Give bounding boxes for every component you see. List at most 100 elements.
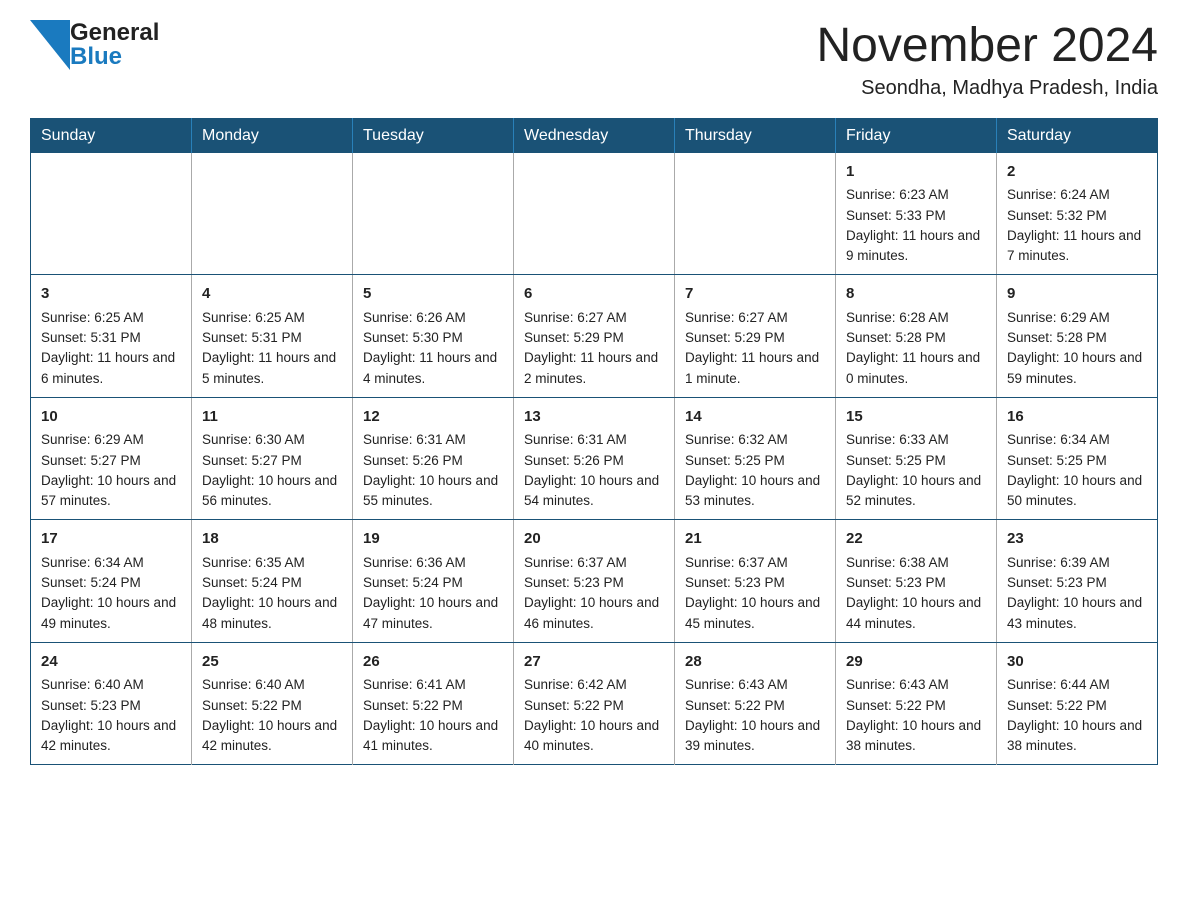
table-row: 30 Sunrise: 6:44 AM Sunset: 5:22 PM Dayli… bbox=[997, 642, 1158, 765]
calendar-week-row: 17Sunrise: 6:34 AM Sunset: 5:24 PM Dayli… bbox=[31, 520, 1158, 643]
day-info: Sunrise: 6:41 AM Sunset: 5:22 PM Dayligh… bbox=[363, 677, 498, 753]
table-row: 14Sunrise: 6:32 AM Sunset: 5:25 PM Dayli… bbox=[675, 397, 836, 520]
calendar-table: Sunday Monday Tuesday Wednesday Thursday… bbox=[30, 118, 1158, 766]
calendar-week-row: 1 Sunrise: 6:23 AM Sunset: 5:33 PM Daylig… bbox=[31, 153, 1158, 275]
day-number: 19 bbox=[363, 528, 503, 551]
table-row: 19 Sunrise: 6:36 AM Sunset: 5:24 PM Dayli… bbox=[353, 520, 514, 643]
day-info: Sunrise: 6:27 AM Sunset: 5:29 PM Dayligh… bbox=[685, 310, 819, 386]
day-number: 1 bbox=[846, 161, 986, 184]
table-row: 5Sunrise: 6:26 AM Sunset: 5:30 PM Daylig… bbox=[353, 275, 514, 398]
day-number: 18 bbox=[202, 528, 342, 551]
table-row bbox=[353, 153, 514, 275]
logo-blue-text: Blue bbox=[70, 45, 159, 69]
table-row: 20Sunrise: 6:37 AM Sunset: 5:23 PM Dayli… bbox=[514, 520, 675, 643]
day-info: Sunrise: 6:42 AM Sunset: 5:22 PM Dayligh… bbox=[524, 677, 659, 753]
table-row bbox=[675, 153, 836, 275]
calendar-header-row: Sunday Monday Tuesday Wednesday Thursday… bbox=[31, 118, 1158, 153]
day-info: Sunrise: 6:37 AM Sunset: 5:23 PM Dayligh… bbox=[685, 555, 820, 631]
day-number: 28 bbox=[685, 651, 825, 674]
day-number: 9 bbox=[1007, 283, 1147, 306]
col-friday: Friday bbox=[836, 118, 997, 153]
day-number: 30 bbox=[1007, 651, 1147, 674]
calendar-week-row: 3 Sunrise: 6:25 AM Sunset: 5:31 PM Daylig… bbox=[31, 275, 1158, 398]
day-info: Sunrise: 6:31 AM Sunset: 5:26 PM Dayligh… bbox=[363, 432, 498, 508]
table-row: 17Sunrise: 6:34 AM Sunset: 5:24 PM Dayli… bbox=[31, 520, 192, 643]
table-row: 22 Sunrise: 6:38 AM Sunset: 5:23 PM Dayli… bbox=[836, 520, 997, 643]
col-monday: Monday bbox=[192, 118, 353, 153]
table-row: 13Sunrise: 6:31 AM Sunset: 5:26 PM Dayli… bbox=[514, 397, 675, 520]
day-info: Sunrise: 6:30 AM Sunset: 5:27 PM Dayligh… bbox=[202, 432, 337, 508]
day-info: Sunrise: 6:29 AM Sunset: 5:27 PM Dayligh… bbox=[41, 432, 176, 508]
day-number: 3 bbox=[41, 283, 181, 306]
day-info: Sunrise: 6:39 AM Sunset: 5:23 PM Dayligh… bbox=[1007, 555, 1142, 631]
day-number: 20 bbox=[524, 528, 664, 551]
calendar-week-row: 10 Sunrise: 6:29 AM Sunset: 5:27 PM Dayli… bbox=[31, 397, 1158, 520]
table-row: 27 Sunrise: 6:42 AM Sunset: 5:22 PM Dayli… bbox=[514, 642, 675, 765]
day-info: Sunrise: 6:40 AM Sunset: 5:23 PM Dayligh… bbox=[41, 677, 176, 753]
table-row bbox=[514, 153, 675, 275]
day-number: 10 bbox=[41, 406, 181, 429]
day-number: 2 bbox=[1007, 161, 1147, 184]
day-number: 12 bbox=[363, 406, 503, 429]
table-row: 10 Sunrise: 6:29 AM Sunset: 5:27 PM Dayli… bbox=[31, 397, 192, 520]
day-info: Sunrise: 6:35 AM Sunset: 5:24 PM Dayligh… bbox=[202, 555, 337, 631]
col-tuesday: Tuesday bbox=[353, 118, 514, 153]
table-row: 21 Sunrise: 6:37 AM Sunset: 5:23 PM Dayli… bbox=[675, 520, 836, 643]
day-number: 26 bbox=[363, 651, 503, 674]
table-row: 25 Sunrise: 6:40 AM Sunset: 5:22 PM Dayli… bbox=[192, 642, 353, 765]
day-number: 25 bbox=[202, 651, 342, 674]
day-number: 27 bbox=[524, 651, 664, 674]
day-number: 4 bbox=[202, 283, 342, 306]
day-info: Sunrise: 6:34 AM Sunset: 5:24 PM Dayligh… bbox=[41, 555, 176, 631]
day-number: 24 bbox=[41, 651, 181, 674]
day-info: Sunrise: 6:43 AM Sunset: 5:22 PM Dayligh… bbox=[846, 677, 981, 753]
day-number: 7 bbox=[685, 283, 825, 306]
day-info: Sunrise: 6:24 AM Sunset: 5:32 PM Dayligh… bbox=[1007, 187, 1141, 263]
day-number: 21 bbox=[685, 528, 825, 551]
day-number: 16 bbox=[1007, 406, 1147, 429]
table-row: 4Sunrise: 6:25 AM Sunset: 5:31 PM Daylig… bbox=[192, 275, 353, 398]
day-info: Sunrise: 6:34 AM Sunset: 5:25 PM Dayligh… bbox=[1007, 432, 1142, 508]
location-subtitle: Seondha, Madhya Pradesh, India bbox=[816, 77, 1158, 100]
table-row: 23 Sunrise: 6:39 AM Sunset: 5:23 PM Dayli… bbox=[997, 520, 1158, 643]
table-row: 8 Sunrise: 6:28 AM Sunset: 5:28 PM Daylig… bbox=[836, 275, 997, 398]
day-number: 14 bbox=[685, 406, 825, 429]
day-info: Sunrise: 6:28 AM Sunset: 5:28 PM Dayligh… bbox=[846, 310, 980, 386]
day-info: Sunrise: 6:36 AM Sunset: 5:24 PM Dayligh… bbox=[363, 555, 498, 631]
day-number: 8 bbox=[846, 283, 986, 306]
day-info: Sunrise: 6:38 AM Sunset: 5:23 PM Dayligh… bbox=[846, 555, 981, 631]
table-row: 6Sunrise: 6:27 AM Sunset: 5:29 PM Daylig… bbox=[514, 275, 675, 398]
day-info: Sunrise: 6:40 AM Sunset: 5:22 PM Dayligh… bbox=[202, 677, 337, 753]
table-row bbox=[192, 153, 353, 275]
day-info: Sunrise: 6:33 AM Sunset: 5:25 PM Dayligh… bbox=[846, 432, 981, 508]
day-number: 15 bbox=[846, 406, 986, 429]
day-number: 11 bbox=[202, 406, 342, 429]
table-row: 2 Sunrise: 6:24 AM Sunset: 5:32 PM Daylig… bbox=[997, 153, 1158, 275]
table-row: 28 Sunrise: 6:43 AM Sunset: 5:22 PM Dayli… bbox=[675, 642, 836, 765]
day-number: 6 bbox=[524, 283, 664, 306]
table-row bbox=[31, 153, 192, 275]
col-thursday: Thursday bbox=[675, 118, 836, 153]
table-row: 26 Sunrise: 6:41 AM Sunset: 5:22 PM Dayli… bbox=[353, 642, 514, 765]
day-number: 22 bbox=[846, 528, 986, 551]
day-info: Sunrise: 6:26 AM Sunset: 5:30 PM Dayligh… bbox=[363, 310, 497, 386]
logo-general-text: General bbox=[70, 21, 159, 45]
day-info: Sunrise: 6:43 AM Sunset: 5:22 PM Dayligh… bbox=[685, 677, 820, 753]
day-info: Sunrise: 6:29 AM Sunset: 5:28 PM Dayligh… bbox=[1007, 310, 1142, 386]
day-info: Sunrise: 6:23 AM Sunset: 5:33 PM Dayligh… bbox=[846, 187, 980, 263]
month-title: November 2024 bbox=[816, 20, 1158, 73]
page-header: General Blue November 2024 Seondha, Madh… bbox=[30, 20, 1158, 100]
col-wednesday: Wednesday bbox=[514, 118, 675, 153]
logo-text-block: General Blue bbox=[70, 21, 159, 69]
table-row: 16 Sunrise: 6:34 AM Sunset: 5:25 PM Dayli… bbox=[997, 397, 1158, 520]
day-number: 23 bbox=[1007, 528, 1147, 551]
day-info: Sunrise: 6:25 AM Sunset: 5:31 PM Dayligh… bbox=[41, 310, 175, 386]
day-number: 13 bbox=[524, 406, 664, 429]
table-row: 24 Sunrise: 6:40 AM Sunset: 5:23 PM Dayli… bbox=[31, 642, 192, 765]
logo: General Blue bbox=[30, 20, 159, 70]
calendar-week-row: 24 Sunrise: 6:40 AM Sunset: 5:23 PM Dayli… bbox=[31, 642, 1158, 765]
table-row: 1 Sunrise: 6:23 AM Sunset: 5:33 PM Daylig… bbox=[836, 153, 997, 275]
table-row: 7 Sunrise: 6:27 AM Sunset: 5:29 PM Daylig… bbox=[675, 275, 836, 398]
table-row: 11 Sunrise: 6:30 AM Sunset: 5:27 PM Dayli… bbox=[192, 397, 353, 520]
day-info: Sunrise: 6:44 AM Sunset: 5:22 PM Dayligh… bbox=[1007, 677, 1142, 753]
